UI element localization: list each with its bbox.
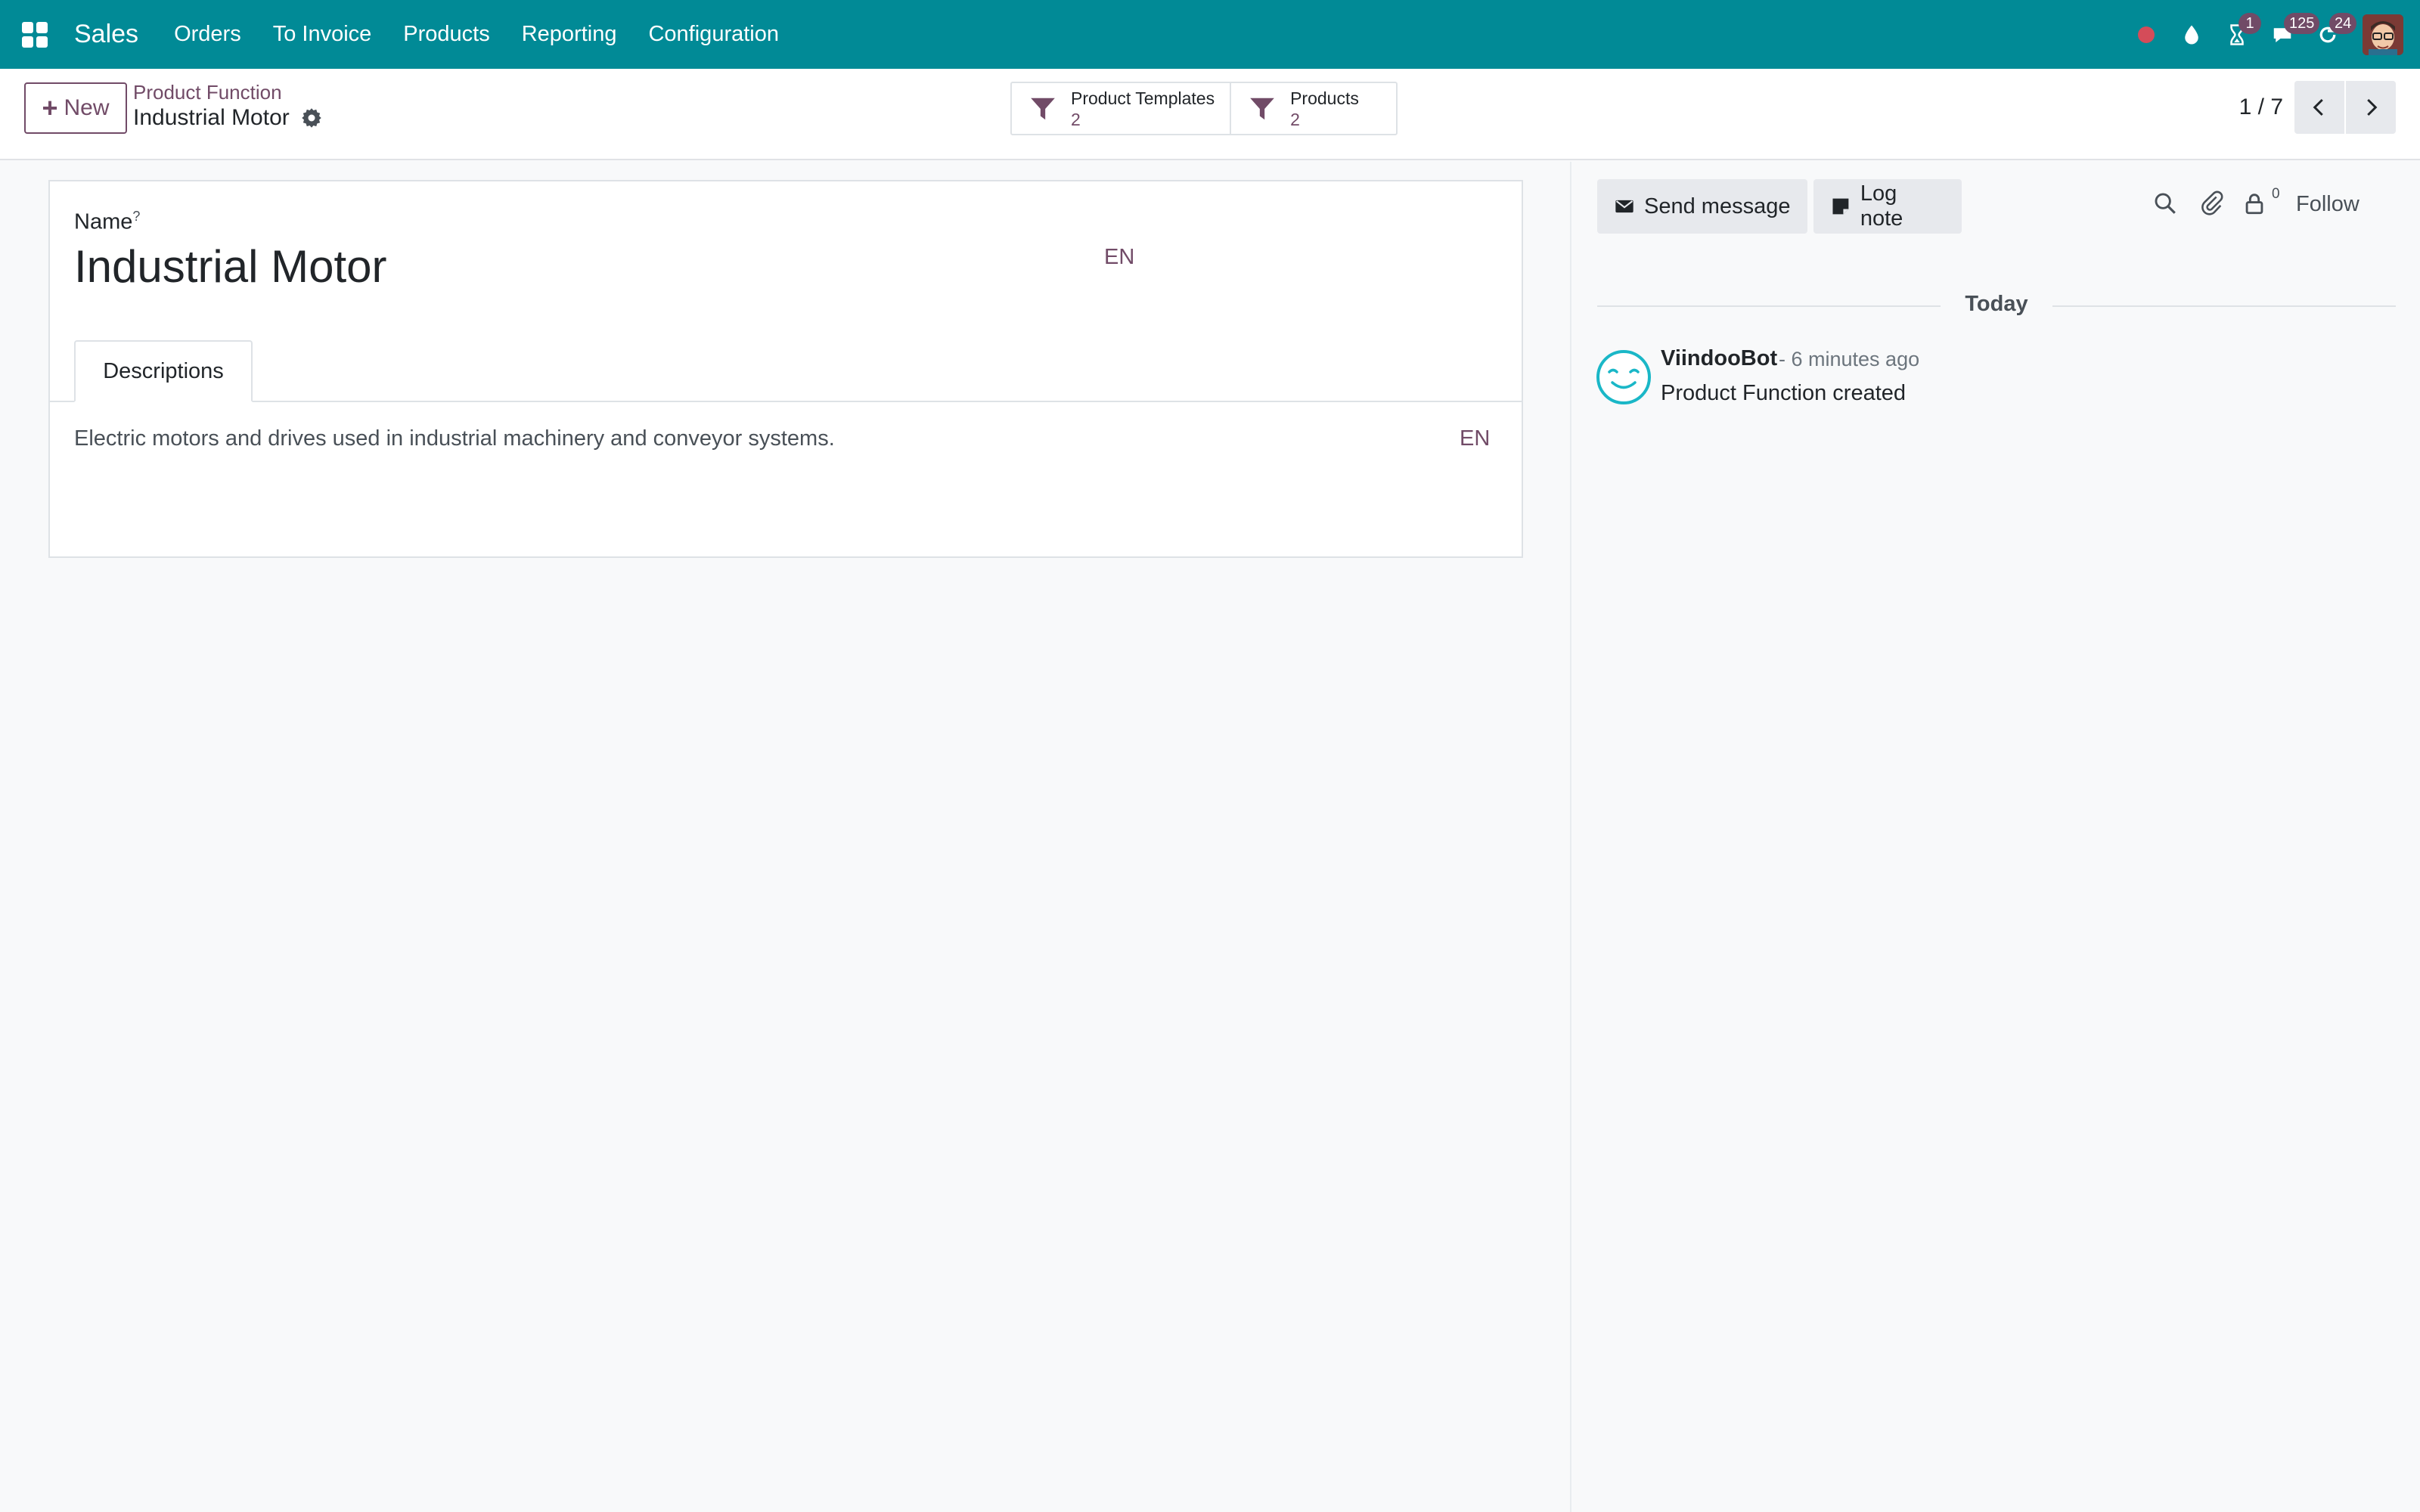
chevron-left-icon [2313, 98, 2323, 116]
smart-buttons: Product Templates 2 Products 2 [1010, 82, 1398, 135]
updates-badge: 24 [2329, 13, 2357, 34]
name-label-text: Name [74, 209, 133, 234]
user-avatar[interactable] [2363, 14, 2403, 55]
filter-icon [1250, 98, 1274, 119]
top-navbar: Sales Orders To Invoice Products Reporti… [0, 0, 2420, 69]
menu-to-invoice[interactable]: To Invoice [257, 0, 388, 69]
message-body: Product Function created [1661, 381, 1907, 405]
message-author[interactable]: ViindooBot [1661, 346, 1777, 371]
product-templates-smart-button[interactable]: Product Templates 2 [1012, 83, 1230, 134]
products-label: Products [1290, 88, 1359, 108]
name-label: Name? [74, 209, 140, 235]
droplet-icon [2185, 25, 2198, 44]
product-templates-label: Product Templates [1071, 88, 1215, 108]
lock-icon [2245, 194, 2263, 215]
send-message-button[interactable]: Send message [1597, 179, 1807, 234]
bot-avatar-icon[interactable] [1596, 349, 1652, 405]
breadcrumb-parent[interactable]: Product Function [133, 81, 282, 104]
gear-icon[interactable] [300, 107, 323, 129]
name-translate-button[interactable]: EN [1104, 245, 1134, 270]
pager-next-button[interactable] [2346, 81, 2396, 134]
description-field[interactable]: Electric motors and drives used in indus… [74, 426, 835, 451]
products-count: 2 [1290, 109, 1300, 129]
separator-line-right [2052, 305, 2396, 307]
pager-value[interactable]: 1 / 7 [2239, 94, 2283, 120]
apps-menu-icon[interactable] [20, 20, 50, 50]
description-translate-button[interactable]: EN [1460, 426, 1490, 451]
paperclip-icon [2201, 191, 2223, 215]
help-tooltip-icon[interactable]: ? [132, 209, 140, 224]
search-messages-button[interactable] [2152, 191, 2180, 218]
theme-button[interactable] [2169, 0, 2214, 69]
product-templates-count: 2 [1071, 109, 1081, 129]
new-button[interactable]: + New [24, 82, 127, 134]
main-menu: Orders To Invoice Products Reporting Con… [158, 0, 795, 69]
recording-button[interactable] [2124, 0, 2169, 69]
date-separator: Today [1597, 292, 2396, 319]
breadcrumb-current-label: Industrial Motor [133, 105, 290, 130]
tab-descriptions[interactable]: Descriptions [74, 340, 253, 402]
date-separator-label: Today [1965, 292, 2028, 316]
tab-divider [50, 401, 1522, 402]
new-button-label: New [64, 95, 110, 120]
form-sheet: Name? Industrial Motor EN Descriptions E… [48, 180, 1523, 558]
pager-previous-button[interactable] [2294, 81, 2344, 134]
systray: 1 125 24 [2124, 0, 2420, 69]
messages-button[interactable]: 125 [2260, 0, 2320, 69]
follow-button[interactable]: Follow [2296, 192, 2360, 217]
message-time: - 6 minutes ago [1779, 348, 1920, 370]
attachments-button[interactable] [2199, 191, 2226, 218]
menu-orders[interactable]: Orders [158, 0, 257, 69]
log-note-button[interactable]: Log note [1813, 179, 1962, 234]
chatter-divider [1570, 162, 1571, 1512]
followers-button[interactable] [2242, 191, 2269, 218]
plus-icon: + [42, 92, 58, 123]
chevron-right-icon [2367, 98, 2378, 116]
sticky-note-icon [1832, 198, 1849, 215]
activities-button[interactable]: 1 [2214, 0, 2261, 69]
products-smart-button[interactable]: Products 2 [1230, 83, 1396, 134]
menu-reporting[interactable]: Reporting [506, 0, 633, 69]
send-message-label: Send message [1644, 194, 1791, 218]
activities-badge: 1 [2238, 13, 2261, 34]
updates-button[interactable]: 24 [2305, 0, 2357, 69]
recording-dot-icon [2138, 26, 2155, 43]
menu-configuration[interactable]: Configuration [632, 0, 795, 69]
breadcrumb-current: Industrial Motor [133, 105, 323, 131]
search-icon [2155, 193, 2176, 214]
name-field[interactable]: Industrial Motor [74, 240, 387, 293]
app-brand[interactable]: Sales [74, 20, 138, 49]
menu-products[interactable]: Products [387, 0, 505, 69]
control-panel: + New Product Function Industrial Motor … [0, 69, 2420, 160]
envelope-icon [1615, 200, 1634, 213]
filter-icon [1031, 98, 1055, 119]
user-avatar-image [2363, 14, 2403, 55]
log-note-label: Log note [1860, 181, 1903, 231]
followers-count: 0 [2272, 186, 2280, 202]
